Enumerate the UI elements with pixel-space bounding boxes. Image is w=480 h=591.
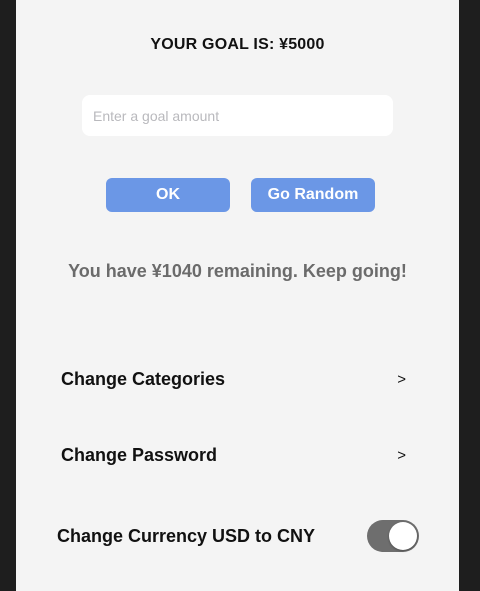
toggle-knob [389,522,417,550]
change-currency-label: Change Currency USD to CNY [57,525,316,546]
goal-amount-input[interactable] [82,95,393,136]
change-categories-row[interactable]: Change Categories > [61,359,416,399]
change-password-row[interactable]: Change Password > [61,435,416,475]
change-password-label: Change Password [61,444,218,465]
change-categories-label: Change Categories [61,368,226,389]
chevron-right-icon: > [397,370,406,388]
goal-title: YOUR GOAL IS: ¥5000 [150,36,325,53]
change-currency-row: Change Currency USD to CNY [57,516,419,556]
ok-button[interactable]: OK [106,178,230,212]
remaining-message: You have ¥1040 remaining. Keep going! [68,261,407,281]
chevron-right-icon: > [397,446,406,464]
currency-toggle[interactable] [367,520,419,552]
go-random-button[interactable]: Go Random [251,178,375,212]
goal-settings-screen: YOUR GOAL IS: ¥5000 OK Go Random You hav… [16,0,459,591]
